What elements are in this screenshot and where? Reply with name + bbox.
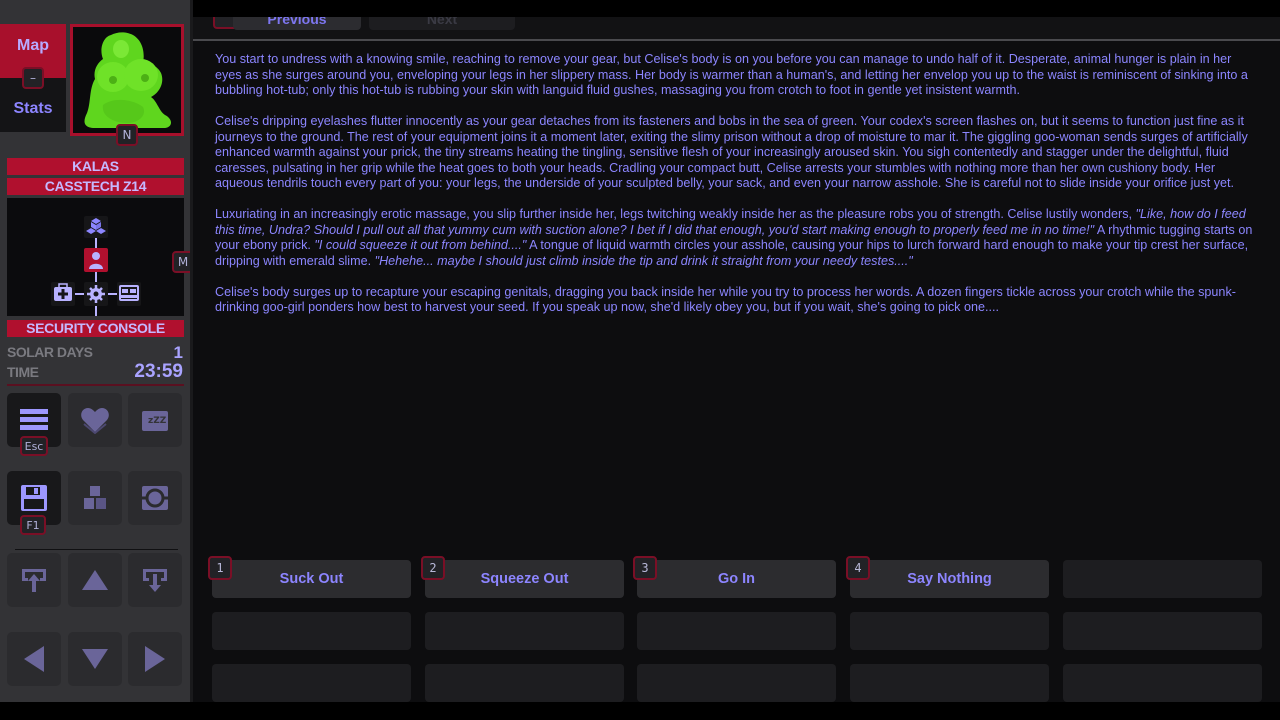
move-down-level-button[interactable]	[128, 553, 182, 607]
player-location-icon	[84, 248, 108, 272]
gear-room-icon[interactable]	[84, 282, 108, 306]
dialogue: "Hehehe... maybe I should just climb ins…	[374, 253, 913, 268]
arrow-up-icon	[82, 570, 108, 590]
choice-key-badge: 3	[633, 556, 657, 580]
sex-stats-button[interactable]	[68, 393, 122, 447]
move-south-button[interactable]	[68, 632, 122, 686]
choice-slot-empty	[212, 664, 411, 702]
inventory-button[interactable]	[68, 471, 122, 525]
svg-text:zZZ: zZZ	[148, 416, 167, 426]
narration: Luxuriating in an increasingly erotic ma…	[215, 207, 1136, 221]
exit-up-icon	[22, 569, 46, 592]
time-value: 23:59	[134, 361, 183, 382]
minimap[interactable]	[7, 198, 184, 316]
medical-room-icon[interactable]	[51, 282, 75, 306]
heart-icon	[81, 408, 109, 434]
main-panel: Previous Next You start to undress with …	[193, 17, 1280, 702]
story-paragraph: Celise's body surges up to recapture you…	[215, 284, 1236, 315]
choice-button-go-in[interactable]: Go In	[637, 560, 836, 598]
arrow-right-icon	[145, 646, 165, 672]
location-room: SECURITY CONSOLE	[7, 320, 184, 337]
boxes-icon	[84, 486, 106, 509]
options-button[interactable]	[128, 471, 182, 525]
move-west-button[interactable]	[7, 632, 61, 686]
story-paragraph: You start to undress with a knowing smil…	[215, 52, 1248, 97]
sleep-button[interactable]: zZZ	[128, 393, 182, 447]
ring-icon	[142, 486, 168, 510]
choice-slot-empty	[1063, 560, 1262, 598]
location-name: KALAS	[7, 158, 184, 175]
portrait-key-badge[interactable]: N	[116, 124, 138, 146]
tab-bar: Previous Next	[193, 17, 1280, 39]
choice-slot-empty	[850, 664, 1049, 702]
floppy-disk-icon	[21, 485, 47, 511]
minimap-key-badge[interactable]: M	[172, 251, 190, 273]
choice-label: Squeeze Out	[480, 571, 569, 587]
exit-down-icon	[143, 569, 167, 592]
solar-days-value: 1	[173, 343, 183, 362]
solar-days-label: SOLAR DAYS	[7, 344, 93, 360]
tab-previous[interactable]: Previous	[233, 17, 361, 30]
choice-slot-empty	[1063, 612, 1262, 650]
choice-slot-empty	[425, 612, 624, 650]
map-label: Map	[17, 37, 49, 54]
arrow-down-icon	[82, 649, 108, 669]
tab-next[interactable]: Next	[369, 17, 515, 30]
sidebar-title	[70, 2, 130, 16]
story-paragraph: Luxuriating in an increasingly erotic ma…	[215, 207, 1260, 269]
move-east-button[interactable]	[128, 632, 182, 686]
dialogue: "I could squeeze it out from behind...."	[314, 238, 527, 252]
separator	[7, 384, 184, 386]
character-portrait[interactable]	[70, 24, 184, 136]
minus-key-badge[interactable]: –	[22, 67, 44, 89]
slime-girl-portrait-icon	[84, 32, 171, 128]
choice-label: Suck Out	[279, 571, 344, 587]
choice-button-say-nothing[interactable]: Say Nothing	[850, 560, 1049, 598]
location-system: CASSTECH Z14	[7, 178, 184, 195]
bottom-bar	[0, 702, 1280, 720]
choice-slot-empty	[637, 612, 836, 650]
choice-label: Say Nothing	[907, 571, 992, 587]
esc-key-badge[interactable]: Esc	[20, 436, 48, 456]
choice-key-badge: 2	[421, 556, 445, 580]
story-text: You start to undress with a knowing smil…	[215, 52, 1260, 331]
tab-divider	[193, 39, 1280, 41]
choice-button-squeeze-out[interactable]: Squeeze Out	[425, 560, 624, 598]
story-paragraph: Celise's dripping eyelashes flutter inno…	[215, 114, 1248, 190]
f1-key-badge[interactable]: F1	[20, 515, 46, 535]
bedroom-icon[interactable]	[117, 282, 141, 306]
choice-key-badge: 4	[846, 556, 870, 580]
choice-slot-empty	[850, 612, 1049, 650]
stats-label: Stats	[13, 100, 53, 117]
choice-key-badge: 1	[208, 556, 232, 580]
storage-room-icon[interactable]	[84, 216, 108, 238]
sidebar: Map Stats – N KALAS CASSTECH Z14 M SECUR…	[0, 0, 190, 702]
arrow-left-icon	[24, 646, 44, 672]
choice-button-suck-out[interactable]: Suck Out	[212, 560, 411, 598]
choice-slot-empty	[637, 664, 836, 702]
choice-label: Go In	[717, 571, 756, 587]
divider	[15, 549, 178, 550]
time-label: TIME	[7, 364, 39, 380]
choice-slot-empty	[425, 664, 624, 702]
choice-slot-empty	[1063, 664, 1262, 702]
sleep-icon: zZZ	[142, 411, 168, 431]
move-north-button[interactable]	[68, 553, 122, 607]
choice-slot-empty	[212, 612, 411, 650]
move-up-level-button[interactable]	[7, 553, 61, 607]
hamburger-menu-icon	[20, 409, 48, 430]
